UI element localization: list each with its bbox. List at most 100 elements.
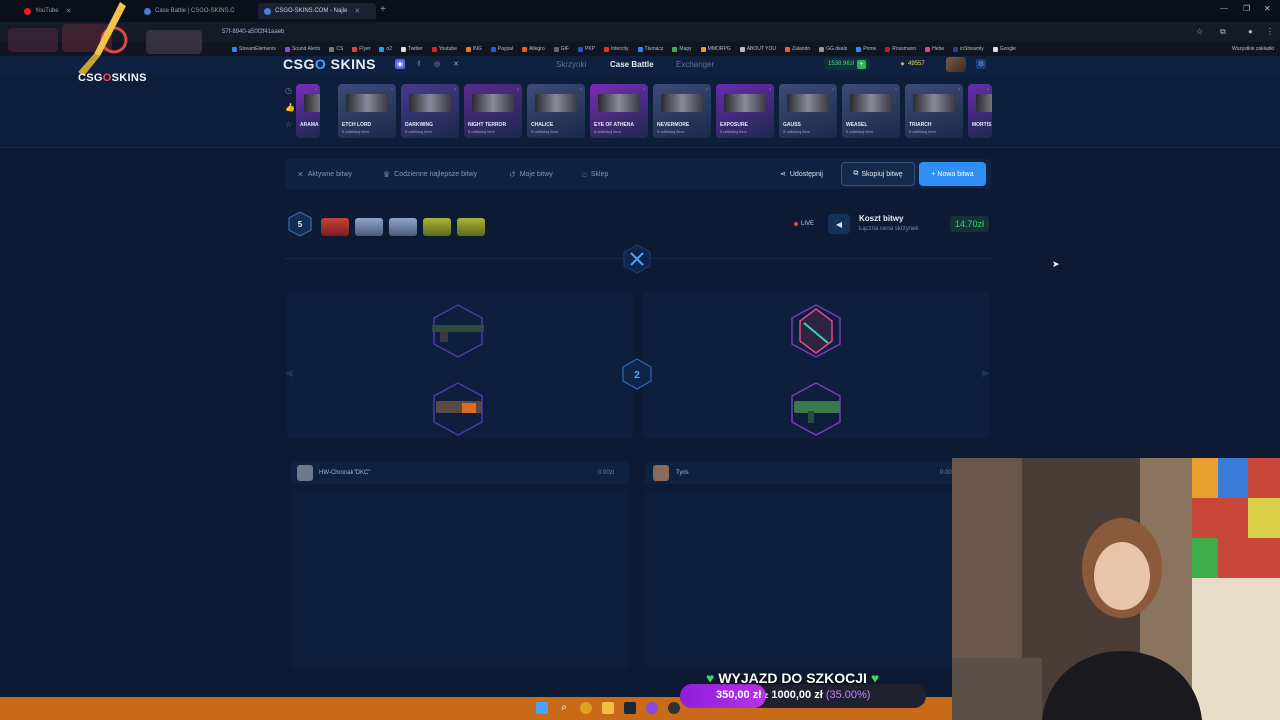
menu-icon[interactable]: ⋮ <box>1266 27 1274 36</box>
bookmark-item[interactable]: MMORPG <box>700 46 731 52</box>
bookmark-item[interactable]: ING <box>465 46 482 52</box>
live-drop-card[interactable]: EXPOSURE 5 odblokuj item ▫ <box>716 84 774 138</box>
minimize-icon[interactable]: — <box>1220 4 1228 13</box>
tab-shop[interactable]: ⌂ Sklep <box>582 170 608 179</box>
tab-active-battles[interactable]: ✕ Aktywne bitwy <box>297 170 352 179</box>
share-button[interactable]: ⋖ Udostępnij <box>780 167 823 181</box>
bookmark-item[interactable]: o2 <box>379 46 392 52</box>
scroll-left-icon[interactable]: ◀ <box>285 368 293 379</box>
maximize-icon[interactable]: ❐ <box>1243 4 1250 13</box>
bookmark-item[interactable]: Zalando <box>785 46 810 52</box>
bookmark-item[interactable]: StreamElements <box>232 46 276 52</box>
bookmark-item[interactable]: Prime <box>856 46 876 52</box>
settings-gear-icon[interactable]: ⚙ <box>976 59 986 69</box>
case-corner-icon: ▫ <box>580 87 582 93</box>
drop-skin-name: EYE OF ATHENA <box>594 122 635 128</box>
close-icon[interactable]: ✕ <box>354 7 360 15</box>
scroll-right-icon[interactable]: ▶ <box>982 368 990 379</box>
live-drop-card[interactable]: EYE OF ATHENA 5 odblokuj item ▫ <box>590 84 648 138</box>
player-name[interactable]: Tyris <box>676 470 689 476</box>
search-icon[interactable]: ⌕ <box>558 702 570 714</box>
bookmark-item[interactable]: Youtube <box>431 46 457 52</box>
bookmark-item[interactable]: Rossmann <box>885 46 916 52</box>
steam-icon[interactable] <box>624 702 636 714</box>
player-name[interactable]: HW-Chronak"DKC" <box>319 470 371 476</box>
bookmark-item[interactable]: ABOUT YOU <box>739 46 776 52</box>
live-drop-card[interactable]: CHALICE 5 odblokuj item ▫ <box>527 84 585 138</box>
case-corner-icon: ▫ <box>391 87 393 93</box>
bookmark-favicon-icon <box>856 46 862 52</box>
bookmark-item[interactable]: inStreamly <box>953 46 984 52</box>
bookmark-item[interactable]: Google <box>992 46 1016 52</box>
deposit-plus-icon[interactable]: + <box>857 59 867 69</box>
profile-icon[interactable]: ● <box>1248 27 1253 36</box>
nav-skrzynki[interactable]: Skrzynki <box>556 60 586 69</box>
tab-daily-best[interactable]: ♛ Codzienne najlepsze bitwy <box>383 170 477 179</box>
thumbs-up-icon[interactable]: 👍 <box>285 103 295 112</box>
folder-icon[interactable] <box>602 702 614 714</box>
bookmark-item[interactable]: PKP <box>577 46 595 52</box>
extensions-icon[interactable]: ⧉ <box>1220 27 1226 37</box>
all-bookmarks-link[interactable]: Wszystkie zakładki <box>1232 46 1274 52</box>
bookmark-item[interactable]: Twitter <box>400 46 423 52</box>
sound-toggle-button[interactable]: ◀ <box>828 214 850 234</box>
live-drop-card[interactable]: NIGHT TERROR 5 odblokuj item ▫ <box>464 84 522 138</box>
case-thumbnail[interactable] <box>457 218 485 236</box>
live-drop-card[interactable]: TRIARCH 5 odblokuj item ▫ <box>905 84 963 138</box>
drops-filter: ◷ 👍 ☆ <box>285 86 295 129</box>
live-drop-card[interactable]: NEVERMORE 5 odblokuj item ▫ <box>653 84 711 138</box>
browser-tab-label: CSGO-SKINS.COM - Najle <box>275 8 348 14</box>
player-avatar[interactable] <box>297 465 313 481</box>
live-drop-card[interactable]: GAUSS 5 odblokuj item ▫ <box>779 84 837 138</box>
case-thumbnail[interactable] <box>321 218 349 236</box>
live-drop-card[interactable]: WEASEL 5 odblokuj item ▫ <box>842 84 900 138</box>
x-twitter-icon[interactable]: ✕ <box>451 59 461 69</box>
player-value: 0.00zł <box>598 470 615 476</box>
bookmark-item[interactable]: Sound Alerts <box>284 46 320 52</box>
live-drop-card[interactable]: ETCH LORD 5 odblokuj item ▫ <box>338 84 396 138</box>
drop-skin-name: ETCH LORD <box>342 122 372 128</box>
balance-display[interactable]: 1538.96zł + <box>824 58 871 70</box>
browser-tab-csgo-skins[interactable]: CSGO-SKINS.COM - Najle ✕ <box>258 3 376 19</box>
instagram-icon[interactable]: ◎ <box>432 59 442 69</box>
chrome-icon[interactable] <box>580 702 592 714</box>
window-close-icon[interactable]: ✕ <box>1264 4 1271 13</box>
app-icon[interactable] <box>646 702 658 714</box>
star-icon[interactable]: ☆ <box>1196 27 1203 36</box>
bookmark-item[interactable]: CS <box>329 46 343 52</box>
bookmark-item[interactable]: Paypal <box>490 46 513 52</box>
user-avatar[interactable] <box>946 57 966 72</box>
player-avatar[interactable] <box>653 465 669 481</box>
bookmark-item[interactable]: Flyer <box>352 46 370 52</box>
site-logo[interactable]: CSGO SKINS <box>283 56 376 72</box>
case-thumbnail[interactable] <box>423 218 451 236</box>
discord-icon[interactable]: ◉ <box>395 59 405 69</box>
case-thumbnail[interactable] <box>389 218 417 236</box>
case-thumbnail[interactable] <box>355 218 383 236</box>
facebook-icon[interactable]: f <box>414 59 424 69</box>
bookmark-item[interactable]: Allegro <box>522 46 545 52</box>
star-icon[interactable]: ☆ <box>285 120 295 129</box>
item-hexagon <box>433 382 483 436</box>
new-battle-button[interactable]: + Nowa bitwa <box>919 162 986 186</box>
bookmark-item[interactable]: Intercity <box>604 46 629 52</box>
tab-my-battles[interactable]: ↺ Moje bitwy <box>509 170 553 179</box>
copy-battle-button[interactable]: ⧉ Skopiuj bitwę <box>841 162 915 186</box>
history-icon[interactable]: ◷ <box>285 86 295 95</box>
bookmark-item[interactable]: Mapy <box>672 46 692 52</box>
new-tab-icon[interactable]: + <box>380 4 386 15</box>
bookmark-item[interactable]: GG.deals <box>819 46 847 52</box>
url-field[interactable]: 57f-8940-a50f2f41aaeb <box>218 26 1178 38</box>
obs-icon[interactable] <box>668 702 680 714</box>
battle-cost-value: 14.70zł <box>950 216 990 232</box>
live-drop-card[interactable]: ARAMA ▫ <box>296 84 320 138</box>
nav-case-battle[interactable]: Case Battle <box>610 60 654 69</box>
history-icon: ↺ <box>509 170 516 179</box>
windows-start-icon[interactable] <box>536 702 548 714</box>
bookmark-item[interactable]: Tłumacz <box>637 46 663 52</box>
bookmark-item[interactable]: GIF <box>553 46 569 52</box>
nav-exchanger[interactable]: Exchanger <box>676 60 714 69</box>
bookmark-item[interactable]: Hebe <box>925 46 944 52</box>
live-drop-card[interactable]: DARKWING 5 odblokuj item ▫ <box>401 84 459 138</box>
live-drop-card[interactable]: MORTIS ▫ <box>968 84 992 138</box>
